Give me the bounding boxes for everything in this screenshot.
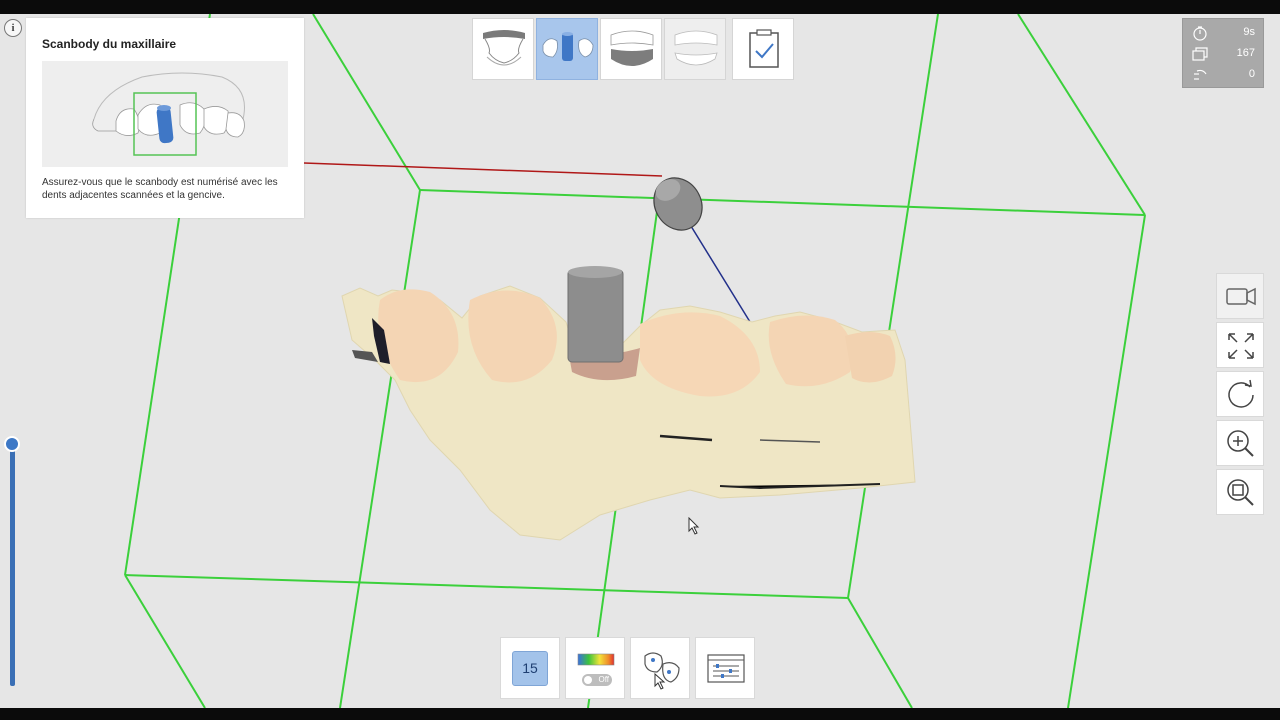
- stage-scanbody-button[interactable]: [536, 18, 598, 80]
- window-bottom-bar: [0, 708, 1280, 720]
- stage-upper-jaw-button[interactable]: [664, 18, 726, 80]
- color-map-off-toggle[interactable]: Off: [582, 674, 612, 686]
- color-scale-icon: [577, 653, 615, 666]
- tooth-select-icon: [644, 652, 680, 690]
- dental-scan-model: [341, 266, 916, 541]
- stage-bite-button[interactable]: [600, 18, 662, 80]
- bottom-toolbar: 15 Off: [500, 637, 760, 700]
- stopwatch-icon: [1193, 26, 1207, 41]
- zoom-fit-icon: [1227, 479, 1254, 506]
- third-stat-value: 0: [1248, 68, 1255, 80]
- color-map-toggle-button[interactable]: Off: [565, 637, 625, 699]
- view-tools: [1216, 273, 1264, 518]
- scan-time-value: 9s: [1243, 26, 1255, 38]
- fit-view-button[interactable]: [1216, 322, 1264, 368]
- scan-mode-icon: [1194, 69, 1207, 80]
- zoom-fit-button[interactable]: [1216, 469, 1264, 515]
- stat-scan-time: 9s: [1183, 23, 1263, 43]
- stage-lower-jaw-button[interactable]: [472, 18, 534, 80]
- frames-icon: [1192, 47, 1208, 61]
- shot-count-button[interactable]: 15: [500, 637, 560, 699]
- depth-slider-handle[interactable]: [4, 436, 20, 452]
- zoom-in-button[interactable]: [1216, 420, 1264, 466]
- lower-jaw-icon: [483, 30, 525, 66]
- stage-validation-button[interactable]: [732, 18, 794, 80]
- shot-count-value: 15: [512, 651, 548, 686]
- guide-panel: Scanbody du maxillaire Assurez-vous que …: [26, 18, 304, 218]
- guide-instruction: Assurez-vous que le scanbody est numéris…: [42, 177, 278, 201]
- rotate-icon: [1228, 379, 1254, 408]
- expand-arrows-icon: [1228, 333, 1254, 359]
- upper-jaw-icon: [674, 30, 718, 66]
- window-top-bar: [0, 0, 1280, 14]
- scanbody-jaw-icon: [542, 32, 594, 61]
- stat-third: 0: [1183, 65, 1263, 85]
- depth-slider-track[interactable]: [10, 450, 15, 686]
- guide-title: Scanbody du maxillaire: [42, 37, 177, 51]
- trim-tool-button[interactable]: [630, 637, 690, 699]
- frame-count-value: 167: [1236, 47, 1255, 59]
- mouse-cursor-icon: [688, 517, 700, 535]
- info-icon[interactable]: i: [4, 19, 22, 37]
- reset-rotation-button[interactable]: [1216, 371, 1264, 417]
- scan-stage-toolbar: [472, 18, 796, 81]
- zoom-in-icon: [1227, 430, 1254, 457]
- red-axis-line: [303, 162, 663, 177]
- video-camera-icon: [1226, 287, 1256, 306]
- scanbody-illustration: [42, 61, 288, 167]
- scan-stats-panel: 9s 167 0: [1182, 18, 1264, 88]
- stat-frame-count: 167: [1183, 44, 1263, 64]
- camera-view-button[interactable]: [1216, 273, 1264, 319]
- settings-window-icon: [707, 654, 745, 683]
- bite-icon: [610, 30, 654, 66]
- clipboard-check-icon: [749, 29, 779, 68]
- settings-panel-button[interactable]: [695, 637, 755, 699]
